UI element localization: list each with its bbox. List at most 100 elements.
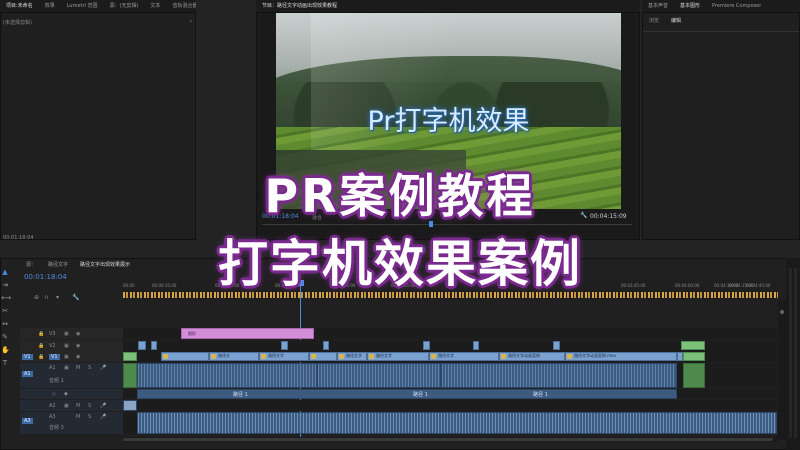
audio-clip-green[interactable] xyxy=(123,363,137,388)
sync-icon[interactable]: ▣ xyxy=(64,365,69,371)
track-v2-header: 🔒 V2 ▣ ◉ xyxy=(20,340,123,351)
track-a2-header: A2 ▣ M S 🎤 xyxy=(20,400,123,411)
tab-essential-sound[interactable]: 基本声音 xyxy=(642,0,674,12)
v1-clip[interactable]: 路径文字动画案例.mov xyxy=(565,352,677,361)
lock-icon[interactable]: 🔒 xyxy=(38,331,44,337)
clip-label: 路径文字 xyxy=(376,353,392,358)
sync-icon[interactable]: ▣ xyxy=(64,403,69,409)
track-v3: 🔒 V3 ▣ ◉ 图形 xyxy=(0,328,790,339)
solo-s-icon[interactable]: S xyxy=(88,414,91,420)
tab-premiere-composer[interactable]: Premiere Composer xyxy=(706,0,767,12)
v1-clip[interactable]: 路径文字 xyxy=(367,352,429,361)
track-a2-lane[interactable] xyxy=(123,400,778,411)
v1-clip[interactable] xyxy=(161,352,209,361)
tab-project[interactable]: 项目:未命名 xyxy=(0,0,39,12)
slip-tool-icon[interactable]: ↔ xyxy=(1,320,9,328)
mute-m-icon[interactable]: M xyxy=(76,403,80,409)
tab-essential-graphics[interactable]: 基本图形 xyxy=(674,0,707,12)
v2-clip[interactable] xyxy=(553,341,560,350)
microphone-icon[interactable]: 🎤 xyxy=(100,414,106,420)
v2-clip[interactable] xyxy=(281,341,288,350)
tab-effects[interactable]: 效果 xyxy=(39,0,61,12)
solo-s-icon[interactable]: S xyxy=(88,403,91,409)
v2-clip[interactable] xyxy=(151,341,157,350)
sync-icon[interactable]: ▣ xyxy=(64,343,69,349)
mute-m-icon[interactable]: M xyxy=(76,414,80,420)
track-a3-label: A3 xyxy=(49,414,56,420)
v1-clip-green[interactable] xyxy=(683,352,705,361)
source-patch-a3[interactable]: A3 xyxy=(22,418,33,424)
v2-clip[interactable] xyxy=(138,341,146,350)
track-a1-header: A1 A1 ▣ M S 🎤 音频 1 xyxy=(20,363,123,388)
lock-icon[interactable]: 🔒 xyxy=(38,354,44,360)
clip-label: 路径文字动画案例 xyxy=(508,353,540,358)
graphic-clip[interactable]: 图形 xyxy=(181,328,314,339)
clip-label: 路径文字 xyxy=(438,353,454,358)
eye-icon[interactable]: ◉ xyxy=(76,354,80,360)
v1-clip[interactable]: 路径文字 xyxy=(259,352,309,361)
audio-clip-a3[interactable] xyxy=(137,412,777,434)
clip-label: 路径文 xyxy=(218,353,230,358)
lock-icon[interactable]: 🔒 xyxy=(38,343,44,349)
track-v1-lane[interactable]: 路径文 路径文字 路径文字 路径文字 路径文字 路径文字动画案例 路径文字动画案… xyxy=(123,351,778,362)
audio-clip-small[interactable] xyxy=(123,400,137,411)
keyframe-nav-icon[interactable]: ◇ xyxy=(52,391,56,397)
v1-clip[interactable]: 路径文字 xyxy=(429,352,499,361)
v1-clip[interactable]: 路径文字动画案例 xyxy=(499,352,565,361)
source-patch-v1[interactable]: V1 xyxy=(22,353,33,360)
tab-audio-mixer[interactable]: 音轨混合器：路 xyxy=(166,0,196,12)
track-a3: A3 A3 M S 🎤 音频 3 xyxy=(0,412,790,434)
v1-clip[interactable]: 路径文 xyxy=(209,352,259,361)
scroll-handle[interactable] xyxy=(780,310,784,314)
track-v2-label: V2 xyxy=(49,342,56,349)
microphone-icon[interactable]: 🎤 xyxy=(100,365,106,371)
timeline-vertical-scrollbar[interactable] xyxy=(778,300,786,440)
subtab-edit[interactable]: 编辑 xyxy=(671,17,681,24)
track-a3-lane[interactable] xyxy=(123,412,778,434)
audio-clip[interactable] xyxy=(137,363,317,388)
audio-clip-label: 路径 1 xyxy=(533,392,548,398)
chevron-right-icon[interactable]: › xyxy=(190,18,192,25)
source-patch-a1[interactable]: A1 xyxy=(22,371,33,377)
tab-text[interactable]: 文本 xyxy=(144,0,166,12)
keyframe-add-icon[interactable]: ◆ xyxy=(64,391,68,397)
scroll-thumb[interactable] xyxy=(123,438,773,441)
track-v2: 🔒 V2 ▣ ◉ xyxy=(0,340,790,351)
track-a1-name: 音频 1 xyxy=(49,378,64,384)
program-title[interactable]: 节目：路径文字动画出现效果教程 xyxy=(256,0,344,12)
eye-icon[interactable]: ◉ xyxy=(76,343,80,349)
mute-m-icon[interactable]: M xyxy=(76,365,80,371)
audio-clip[interactable] xyxy=(441,363,677,388)
sync-icon[interactable]: ▣ xyxy=(64,354,69,360)
track-v3-header: 🔒 V3 ▣ ◉ xyxy=(20,328,123,339)
track-v1-label: V1 xyxy=(49,353,60,360)
track-a1: A1 A1 ▣ M S 🎤 音频 1 xyxy=(0,363,790,388)
video-caption: Pr打字机效果 xyxy=(367,106,530,137)
timeline-horizontal-scrollbar[interactable] xyxy=(123,437,778,442)
v2-clip[interactable] xyxy=(423,341,430,350)
microphone-icon[interactable]: 🎤 xyxy=(100,403,106,409)
solo-s-icon[interactable]: S xyxy=(88,365,91,371)
v1-clip[interactable] xyxy=(309,352,337,361)
subtab-browse[interactable]: 浏览 xyxy=(649,17,659,24)
v2-clip-green[interactable] xyxy=(681,341,705,350)
tab-source[interactable]: 源：(无剪辑) xyxy=(104,0,145,12)
track-a1-label: A1 xyxy=(49,365,56,371)
track-a2-label: A2 xyxy=(49,402,56,409)
sync-icon[interactable]: ▣ xyxy=(64,331,69,337)
v2-clip[interactable] xyxy=(473,341,479,350)
track-a1-keyframe-lane[interactable]: 路径 1 路径 1 路径 1 xyxy=(123,389,778,399)
v1-clip[interactable]: 路径文字 xyxy=(337,352,367,361)
razor-tool-icon[interactable]: ✂ xyxy=(1,307,9,315)
track-v3-lane[interactable]: 图形 xyxy=(123,328,778,339)
track-a1-lane[interactable] xyxy=(123,363,778,388)
audio-clip-keyframes[interactable]: 路径 1 路径 1 路径 1 xyxy=(137,389,677,399)
track-v2-lane[interactable] xyxy=(123,340,778,351)
audio-clip[interactable] xyxy=(317,363,441,388)
tab-lumetri[interactable]: Lumetri 范围 xyxy=(61,0,104,12)
audio-clip-green[interactable] xyxy=(683,363,705,388)
eye-icon[interactable]: ◉ xyxy=(76,331,80,337)
v2-clip[interactable] xyxy=(323,341,329,350)
overlay-title-line1: PR案例教程 xyxy=(264,169,536,223)
v1-clip-green[interactable] xyxy=(123,352,137,361)
